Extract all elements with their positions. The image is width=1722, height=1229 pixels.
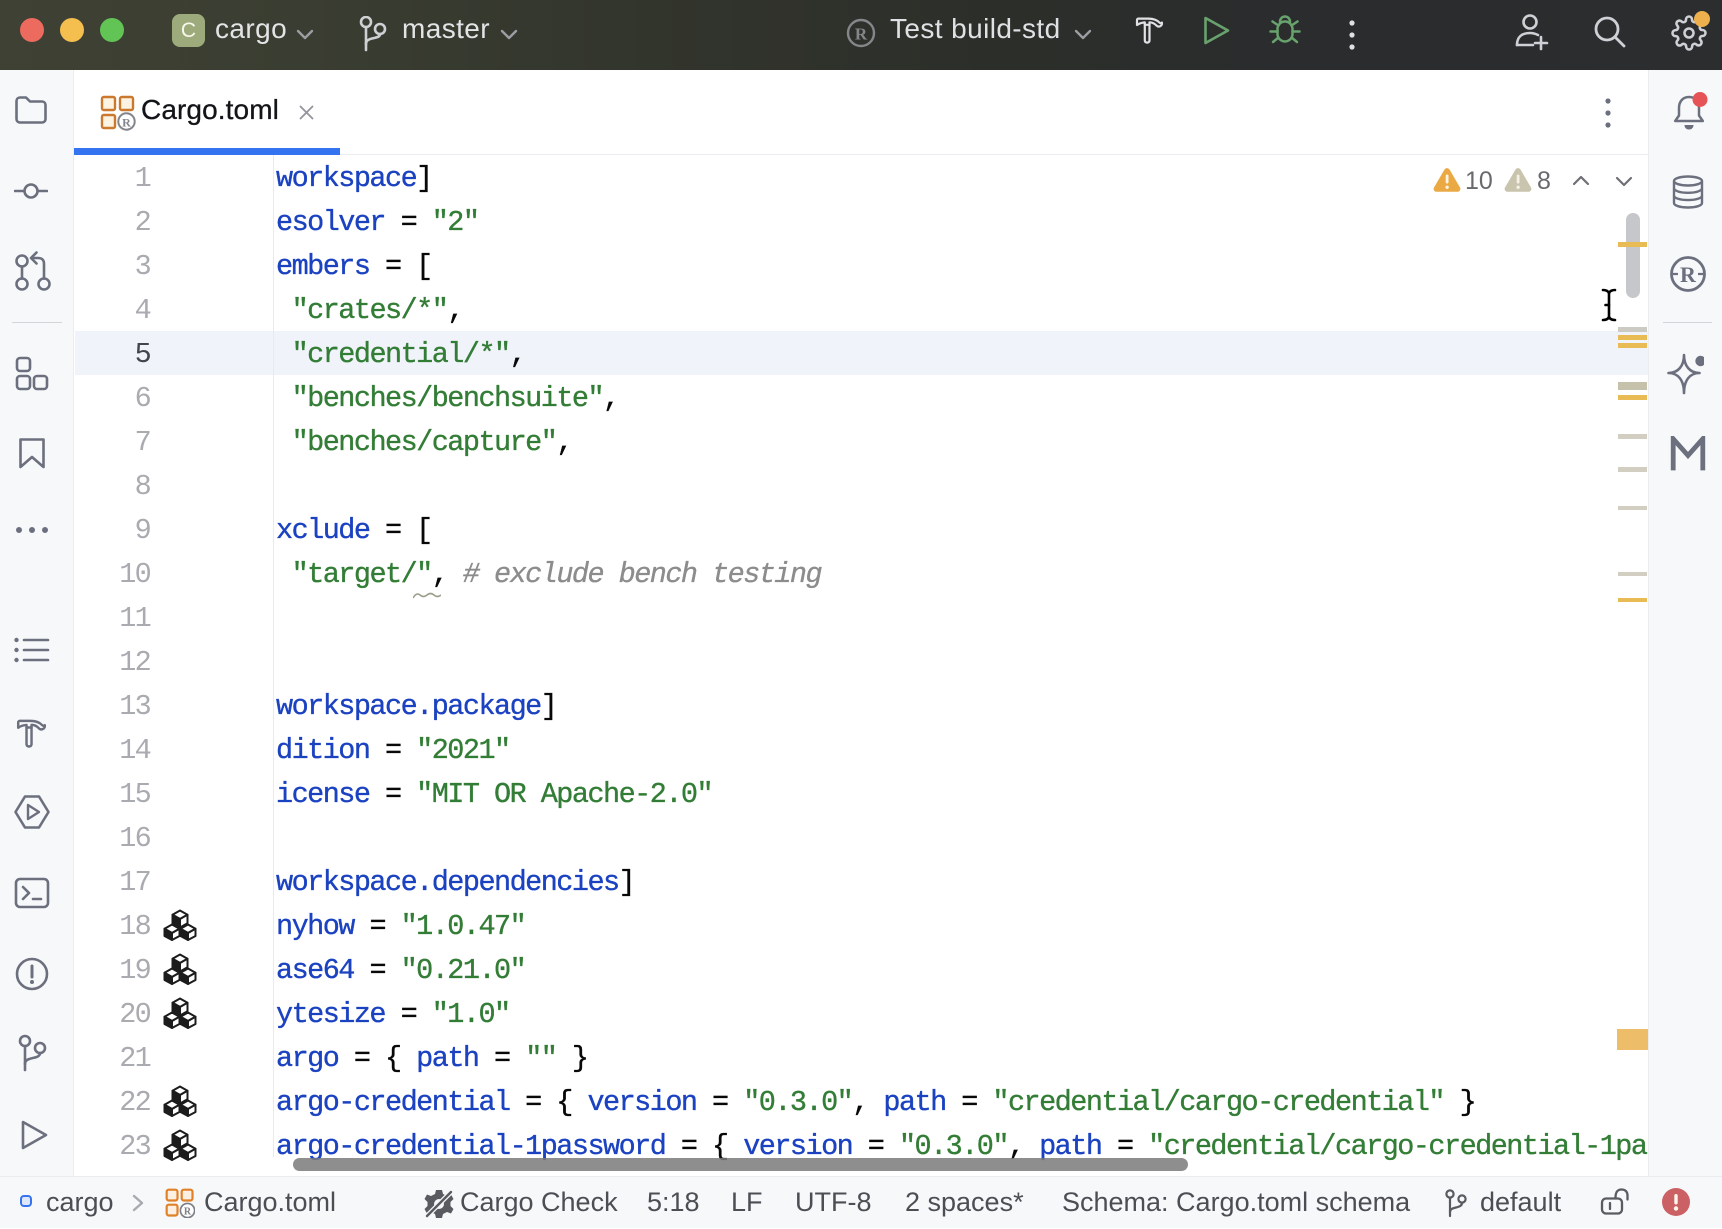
svg-text:R: R	[1680, 262, 1697, 287]
svg-text:R: R	[122, 116, 131, 130]
svg-text:R: R	[855, 25, 868, 44]
svg-text:R: R	[184, 1207, 192, 1218]
